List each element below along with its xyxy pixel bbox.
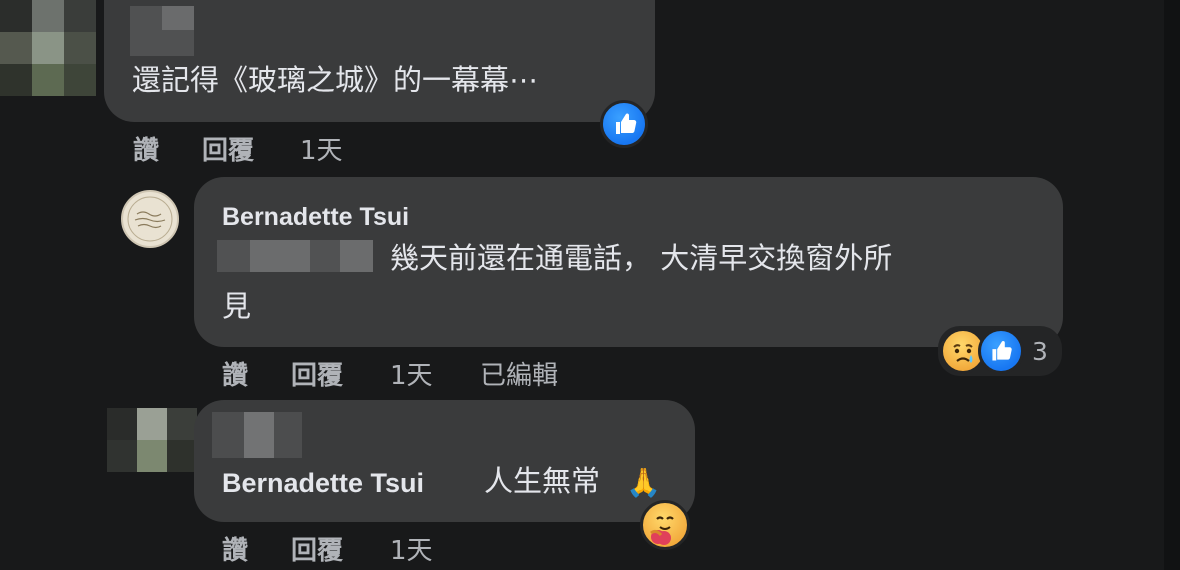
author-name-redacted-block — [162, 6, 194, 30]
reply-button[interactable]: 回覆 — [202, 130, 254, 167]
author-name-redacted-block — [244, 412, 274, 458]
timestamp-link[interactable]: 1天 — [390, 530, 433, 567]
avatar[interactable] — [121, 190, 179, 248]
comment-text-line-1: 幾天前還在通電話， 大清早交換窗外所 — [390, 241, 893, 275]
author-name-link[interactable]: Bernadette Tsui — [222, 203, 409, 232]
hug-face-icon[interactable] — [640, 500, 690, 550]
reply-button[interactable]: 回覆 — [291, 530, 343, 567]
avatar-blurred[interactable] — [0, 0, 96, 96]
comment-text-line-2: 見 — [222, 289, 252, 323]
mention-link[interactable]: Bernadette Tsui — [222, 468, 424, 499]
avatar-blurred[interactable] — [107, 408, 197, 472]
reply-button[interactable]: 回覆 — [291, 355, 343, 392]
mention-redacted-block — [340, 240, 373, 272]
reaction-count: 3 — [1032, 337, 1048, 366]
timestamp-link[interactable]: 1天 — [390, 355, 433, 392]
like-icon[interactable] — [600, 100, 648, 148]
like-button[interactable]: 讚 — [222, 530, 248, 567]
like-icon — [978, 328, 1024, 374]
comment-text: 還記得《玻璃之城》的一幕幕⋯ — [132, 63, 539, 97]
scrollbar-track[interactable] — [1164, 0, 1180, 570]
folded-hands-emoji: 🙏 — [626, 466, 661, 499]
edited-label[interactable]: 已編輯 — [480, 355, 558, 392]
mention-redacted-block — [250, 240, 310, 272]
like-button[interactable]: 讚 — [133, 130, 159, 167]
like-button[interactable]: 讚 — [222, 355, 248, 392]
comment-text: 人生無常 — [484, 464, 601, 498]
timestamp-link[interactable]: 1天 — [300, 130, 343, 167]
